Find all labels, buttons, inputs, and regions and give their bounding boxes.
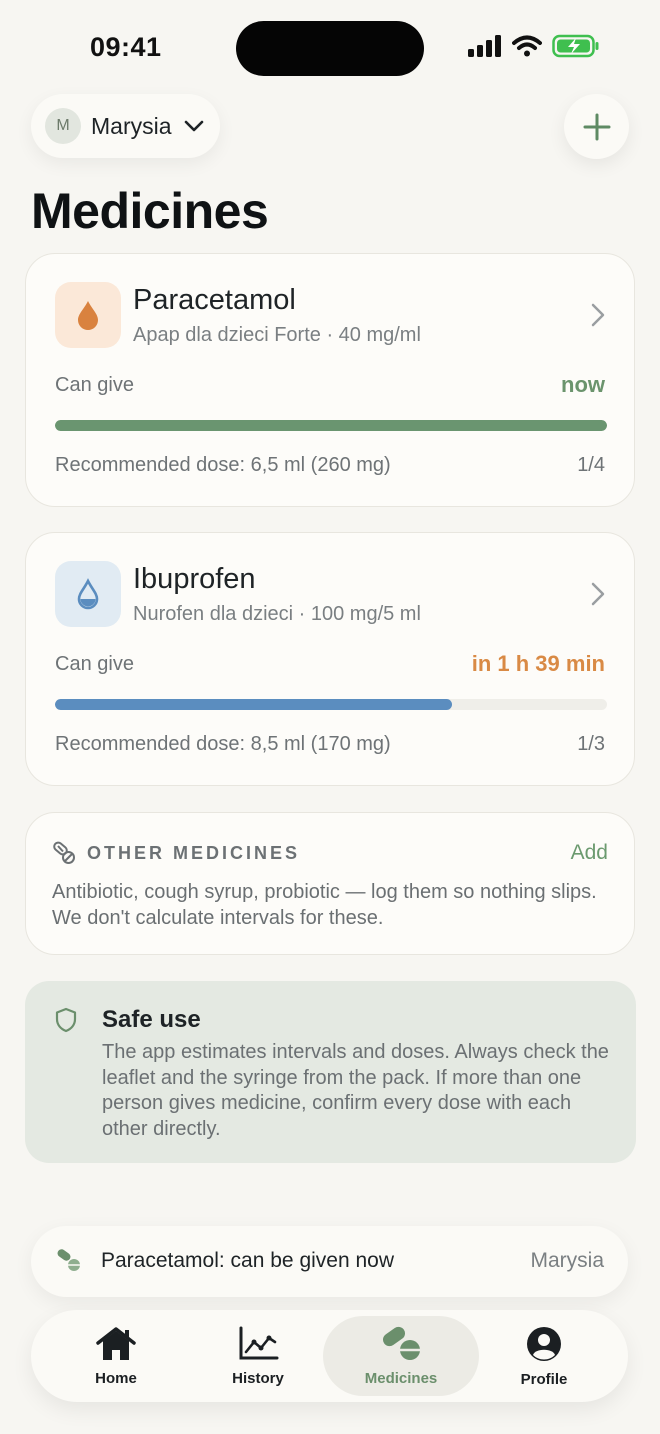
status-bar: 09:41 (0, 0, 660, 96)
drop-icon (78, 301, 98, 330)
battery-icon (552, 34, 599, 58)
tab-medicines[interactable]: Medicines (323, 1316, 479, 1396)
can-give-label: Can give (55, 374, 134, 396)
pills-icon (382, 1326, 420, 1360)
progress-fill (55, 699, 453, 710)
safe-use-card: Safe use The app estimates intervals and… (25, 981, 636, 1163)
toast-message: Paracetamol: can be given now (101, 1249, 395, 1272)
recommended-dose: Recommended dose: 8,5 ml (170 mg) (55, 733, 391, 755)
medicine-subtitle: Nurofen dla dzieci · 100 mg/5 ml (133, 603, 421, 625)
tab-history[interactable]: History (188, 1316, 328, 1396)
medicine-name: Paracetamol (133, 284, 296, 316)
other-medicines-description: Antibiotic, cough syrup, probiotic — log… (52, 881, 597, 929)
can-give-label: Can give (55, 653, 134, 675)
drop-outline-icon (77, 578, 99, 610)
dose-count: 1/3 (577, 733, 605, 755)
home-icon (96, 1326, 136, 1360)
profile-switcher[interactable]: M Marysia (31, 94, 220, 158)
tab-label: Profile (520, 1370, 568, 1388)
avatar: M (45, 108, 81, 144)
chart-icon (239, 1326, 279, 1359)
dose-count: 1/4 (577, 454, 605, 476)
chevron-down-icon (184, 120, 203, 132)
tab-label: Home (95, 1369, 137, 1387)
tab-label: History (232, 1369, 284, 1387)
profile-name: Marysia (91, 112, 172, 139)
chevron-right-icon (591, 303, 605, 327)
interval-progress-bar (55, 699, 607, 710)
next-dose-time: in 1 h 39 min (471, 651, 605, 676)
toast-person: Marysia (530, 1249, 604, 1272)
pills-outline-icon (53, 841, 75, 864)
tab-bar: Home History Medicines Profile (31, 1310, 628, 1402)
next-dose-time: now (561, 372, 605, 397)
safe-use-title: Safe use (102, 1006, 201, 1033)
status-time: 09:41 (90, 32, 162, 62)
medicine-card-paracetamol[interactable]: Paracetamol Apap dla dzieci Forte · 40 m… (25, 253, 635, 507)
interval-progress-bar (55, 420, 607, 431)
plus-icon (583, 113, 610, 140)
tab-profile[interactable]: Profile (474, 1316, 614, 1396)
tab-label: Medicines (364, 1369, 438, 1387)
tab-home[interactable]: Home (46, 1316, 186, 1396)
status-icons (468, 34, 600, 58)
progress-fill (55, 420, 607, 431)
dynamic-island (236, 21, 424, 76)
recommended-dose: Recommended dose: 6,5 ml (260 mg) (55, 454, 391, 476)
pills-icon (57, 1249, 80, 1271)
medicine-name: Ibuprofen (133, 563, 256, 595)
wifi-icon (512, 35, 542, 57)
shield-icon (55, 1007, 77, 1033)
medicine-subtitle: Apap dla dzieci Forte · 40 mg/ml (133, 324, 421, 346)
notification-toast[interactable]: Paracetamol: can be given now Marysia (31, 1226, 628, 1297)
medicine-card-ibuprofen[interactable]: Ibuprofen Nurofen dla dzieci · 100 mg/5 … (25, 532, 635, 786)
other-medicines-card: OTHER MEDICINES Add Antibiotic, cough sy… (25, 812, 635, 955)
safe-use-text: The app estimates intervals and doses. A… (102, 1041, 609, 1140)
page-title: Medicines (31, 183, 269, 239)
medicine-icon (55, 561, 121, 627)
add-other-medicine-link[interactable]: Add (571, 841, 608, 865)
signal-icon (468, 35, 501, 57)
add-medicine-button[interactable] (564, 94, 629, 159)
chevron-right-icon (591, 582, 605, 606)
medicine-icon (55, 282, 121, 348)
profile-icon (527, 1326, 561, 1361)
other-medicines-title: OTHER MEDICINES (87, 843, 301, 863)
